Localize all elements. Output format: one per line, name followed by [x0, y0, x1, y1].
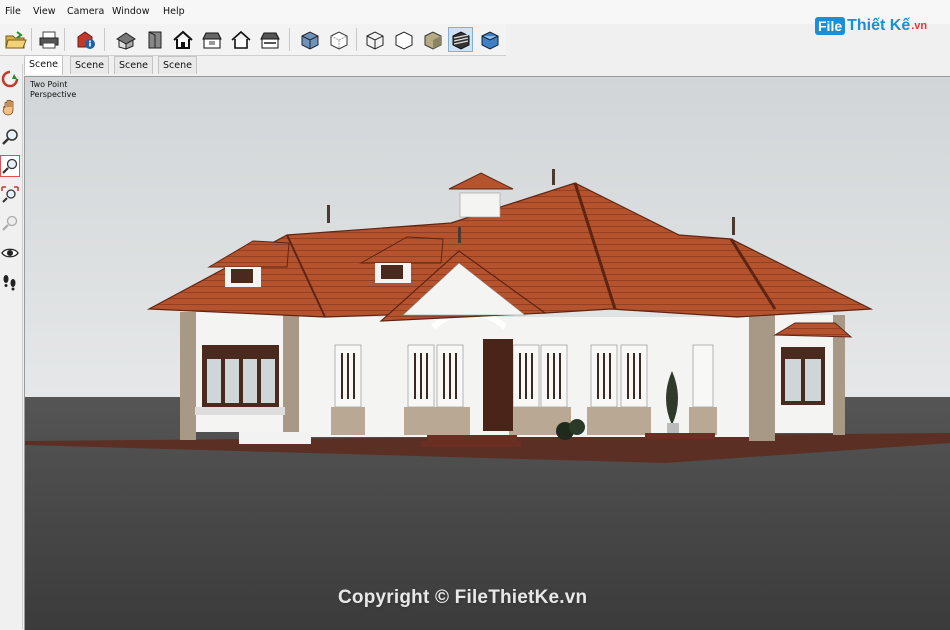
pan-icon[interactable] — [0, 96, 20, 118]
zoom-icon[interactable] — [0, 126, 20, 148]
logo-brand: File — [815, 17, 846, 35]
walk-icon[interactable] — [0, 271, 20, 293]
xray-icon[interactable] — [297, 27, 322, 52]
menu-file[interactable]: File — [5, 6, 21, 17]
front-view-icon[interactable] — [170, 27, 195, 52]
camera-toolbar — [0, 64, 23, 629]
copyright-watermark: Copyright © FileThietKe.vn — [338, 587, 588, 608]
model-viewport[interactable]: Two Point Perspective — [24, 76, 950, 630]
entry-door — [483, 339, 513, 431]
open-icon[interactable] — [3, 27, 28, 52]
tab-scene-4[interactable]: Scene 4 — [114, 56, 153, 88]
menu-camera[interactable]: Camera — [67, 6, 104, 17]
right-view-icon[interactable] — [199, 27, 224, 52]
zoom-extents-icon[interactable] — [0, 184, 20, 206]
iso-view-icon[interactable] — [113, 27, 138, 52]
previous-view-icon[interactable] — [0, 212, 20, 234]
back-view-icon[interactable] — [228, 27, 253, 52]
left-view-icon[interactable] — [257, 27, 282, 52]
tab-scene-1[interactable]: Scene 1 — [24, 55, 63, 87]
orbit-icon[interactable] — [0, 68, 20, 90]
menu-bar: File View Camera Window Help — [0, 0, 950, 24]
look-around-icon[interactable] — [0, 242, 20, 264]
camera-mode-line1: Two Point — [30, 80, 68, 89]
shaded-icon[interactable] — [420, 27, 445, 52]
model-info-icon[interactable] — [73, 27, 98, 52]
shaded-textures-icon[interactable] — [448, 27, 473, 52]
top-view-icon[interactable] — [142, 27, 167, 52]
logo-tld: .vn — [911, 20, 928, 32]
wireframe-icon[interactable] — [362, 27, 387, 52]
house-model-render — [25, 77, 950, 630]
filethietke-logo: File Thiết Kế .vn — [815, 13, 927, 39]
back-edges-icon[interactable] — [326, 27, 351, 52]
menu-view[interactable]: View — [33, 6, 56, 17]
zoom-window-icon[interactable] — [0, 155, 20, 177]
menu-window[interactable]: Window — [112, 6, 149, 17]
tab-scene-3[interactable]: Scene 3 — [158, 56, 197, 88]
tab-scene-2[interactable]: Scene 2 — [70, 56, 109, 88]
monochrome-icon[interactable] — [477, 27, 502, 52]
main-toolbar — [0, 24, 506, 56]
camera-mode-line2: Perspective — [30, 90, 77, 99]
logo-name: Thiết Kế — [847, 17, 911, 34]
chimney — [459, 192, 501, 218]
menu-help[interactable]: Help — [163, 6, 185, 17]
hidden-line-icon[interactable] — [391, 27, 416, 52]
print-icon[interactable] — [36, 27, 61, 52]
